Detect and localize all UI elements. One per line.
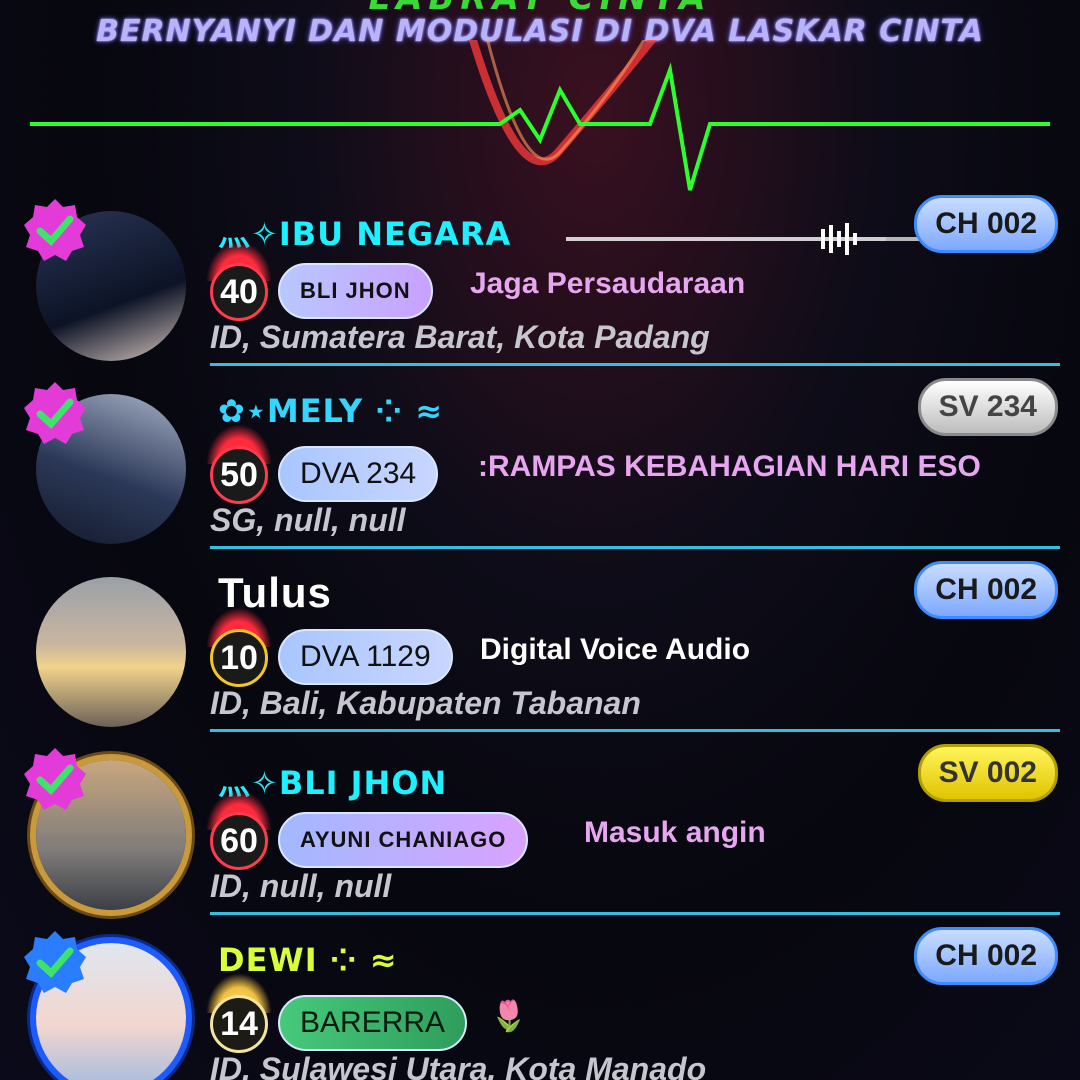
channel-badge[interactable]: CH 002 bbox=[914, 927, 1058, 985]
list-item[interactable]: ✿⋆MELY ⁘ ≈ 50 DVA 234 :RAMPAS KEBAHAGIAN… bbox=[0, 366, 1080, 549]
heartbeat-line bbox=[30, 40, 1050, 191]
location-text: ID, Sumatera Barat, Kota Padang bbox=[210, 319, 710, 355]
channel-badge[interactable]: CH 002 bbox=[914, 195, 1058, 253]
level-badge: 10 bbox=[210, 629, 268, 687]
level-badge: 50 bbox=[210, 446, 268, 504]
tulip-icon: 🌷 bbox=[490, 1000, 528, 1033]
location-text: SG, null, null bbox=[210, 502, 406, 538]
verified-badge-icon bbox=[24, 931, 86, 993]
family-tag[interactable]: BARERRA bbox=[278, 995, 468, 1051]
location-text: ID, Bali, Kabupaten Tabanan bbox=[210, 685, 641, 721]
status-text: Jaga Persaudaraan bbox=[470, 267, 746, 300]
status-text: Digital Voice Audio bbox=[480, 633, 751, 666]
family-tag[interactable]: DVA 1129 bbox=[278, 629, 453, 685]
list-item[interactable]: DEWI ⁘ ≈ 14 BARERRA 🌷 ID, Sulawesi Utara… bbox=[0, 915, 1080, 1080]
list-item[interactable]: ⺣✧IBU NEGARA 40 BLI JHON Jaga Persaudara… bbox=[0, 183, 1080, 366]
status-text: Masuk angin bbox=[584, 816, 766, 849]
channel-badge[interactable]: SV 234 bbox=[917, 378, 1058, 436]
list-item[interactable]: ⺣✧BLI JHON 60 AYUNI CHANIAGO Masuk angin… bbox=[0, 732, 1080, 915]
level-badge: 40 bbox=[210, 263, 268, 321]
channel-badge[interactable]: SV 002 bbox=[917, 744, 1058, 802]
verified-badge-icon bbox=[24, 199, 86, 261]
level-badge: 14 bbox=[210, 995, 268, 1053]
list-item[interactable]: Tulus 10 DVA 1129 Digital Voice Audio ID… bbox=[0, 549, 1080, 732]
family-tag[interactable]: DVA 234 bbox=[278, 446, 439, 502]
location-text: ID, null, null bbox=[210, 868, 392, 904]
verified-badge-icon bbox=[24, 382, 86, 444]
verified-badge-icon bbox=[24, 748, 86, 810]
status-text: :RAMPAS KEBAHAGIAN HARI ESO bbox=[478, 450, 981, 483]
channel-badge[interactable]: CH 002 bbox=[914, 561, 1058, 619]
family-tag[interactable]: BLI JHON bbox=[278, 263, 433, 319]
family-tag[interactable]: AYUNI CHANIAGO bbox=[278, 812, 529, 868]
level-badge: 60 bbox=[210, 812, 268, 870]
location-text: ID, Sulawesi Utara, Kota Manado bbox=[210, 1051, 707, 1080]
avatar[interactable] bbox=[36, 577, 186, 727]
